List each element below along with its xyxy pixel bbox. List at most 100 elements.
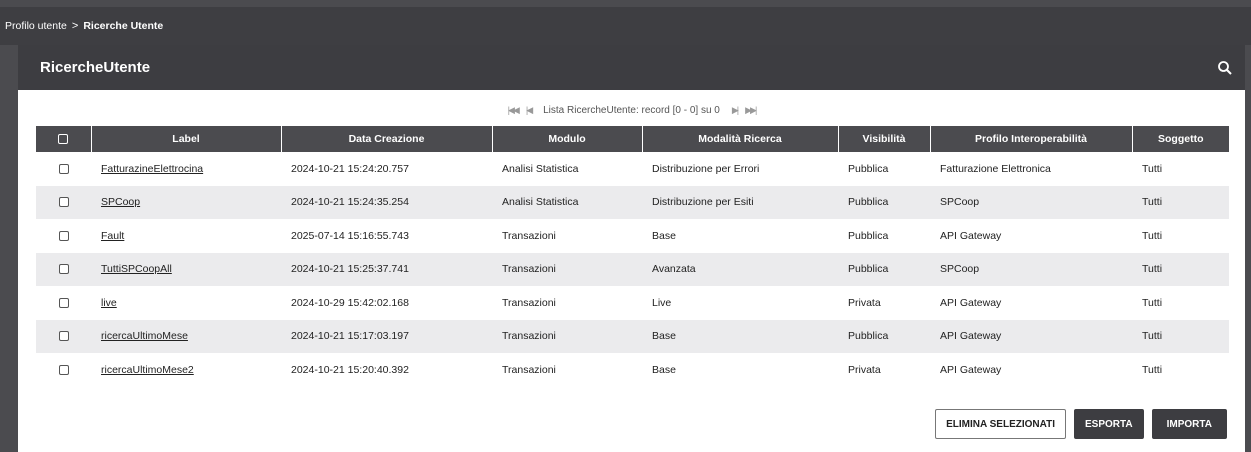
label-cell: FatturazineElettrocina bbox=[91, 152, 281, 186]
visibilita-cell: Privata bbox=[838, 353, 930, 387]
modalita-cell: Distribuzione per Errori bbox=[642, 152, 838, 186]
first-page-icon[interactable]: |◀◀ bbox=[508, 105, 520, 116]
pager-text: Lista RicercheUtente: record [0 - 0] su … bbox=[543, 104, 720, 116]
search-icon[interactable] bbox=[1217, 60, 1233, 76]
ricerca-link[interactable]: FatturazineElettrocina bbox=[101, 163, 203, 175]
ricerche-table: Label Data Creazione Modulo Modalità Ric… bbox=[36, 126, 1229, 387]
modalita-cell: Base bbox=[642, 219, 838, 253]
data-creazione-cell: 2024-10-21 15:24:35.254 bbox=[281, 185, 492, 219]
column-header-label[interactable]: Label bbox=[91, 126, 282, 152]
visibilita-cell: Pubblica bbox=[838, 185, 930, 219]
visibilita-cell: Privata bbox=[838, 286, 930, 320]
profilo-cell: Fatturazione Elettronica bbox=[930, 152, 1132, 186]
row-select-cell bbox=[36, 252, 91, 286]
label-cell: SPCoop bbox=[91, 185, 281, 219]
modalita-cell: Avanzata bbox=[642, 252, 838, 286]
row-select-cell bbox=[36, 152, 91, 186]
ricerca-link[interactable]: live bbox=[101, 297, 117, 309]
ricerca-link[interactable]: TuttiSPCoopAll bbox=[101, 263, 172, 275]
ricerca-link[interactable]: SPCoop bbox=[101, 196, 140, 208]
soggetto-cell: Tutti bbox=[1132, 152, 1229, 186]
modulo-cell: Transazioni bbox=[492, 286, 642, 320]
modalita-cell: Base bbox=[642, 319, 838, 353]
modulo-cell: Analisi Statistica bbox=[492, 185, 642, 219]
export-button[interactable]: ESPORTA bbox=[1074, 409, 1144, 439]
table-row: SPCoop 2024-10-21 15:24:35.254 Analisi S… bbox=[36, 185, 1229, 219]
visibilita-cell: Pubblica bbox=[838, 152, 930, 186]
modalita-cell: Live bbox=[642, 286, 838, 320]
column-header-profilo-interoperabilita[interactable]: Profilo Interoperabilità bbox=[930, 126, 1133, 152]
column-header-modalita-ricerca[interactable]: Modalità Ricerca bbox=[642, 126, 839, 152]
visibilita-cell: Pubblica bbox=[838, 252, 930, 286]
modulo-cell: Analisi Statistica bbox=[492, 152, 642, 186]
ricerca-link[interactable]: ricercaUltimoMese2 bbox=[101, 364, 194, 376]
page-title: RicercheUtente bbox=[40, 59, 151, 76]
table-row: live 2024-10-29 15:42:02.168 Transazioni… bbox=[36, 286, 1229, 320]
soggetto-cell: Tutti bbox=[1132, 319, 1229, 353]
main-panel: RicercheUtente |◀◀ |◀ Lista RicercheUten… bbox=[18, 45, 1245, 452]
column-header-modulo[interactable]: Modulo bbox=[492, 126, 643, 152]
modalita-cell: Base bbox=[642, 353, 838, 387]
breadcrumb-separator: > bbox=[71, 20, 79, 32]
table-row: TuttiSPCoopAll 2024-10-21 15:25:37.741 T… bbox=[36, 252, 1229, 286]
label-cell: live bbox=[91, 286, 281, 320]
data-creazione-cell: 2024-10-21 15:25:37.741 bbox=[281, 252, 492, 286]
delete-selected-button[interactable]: ELIMINA SELEZIONATI bbox=[935, 409, 1067, 439]
soggetto-cell: Tutti bbox=[1132, 252, 1229, 286]
row-checkbox[interactable] bbox=[58, 230, 69, 241]
profilo-cell: SPCoop bbox=[930, 252, 1132, 286]
app-background: Profilo utente > Ricerche Utente Ricerch… bbox=[0, 0, 1251, 452]
data-creazione-cell: 2024-10-21 15:17:03.197 bbox=[281, 319, 492, 353]
column-header-data-creazione[interactable]: Data Creazione bbox=[281, 126, 493, 152]
row-checkbox[interactable] bbox=[58, 297, 69, 308]
soggetto-cell: Tutti bbox=[1132, 185, 1229, 219]
import-button[interactable]: IMPORTA bbox=[1151, 409, 1227, 439]
profilo-cell: API Gateway bbox=[930, 353, 1132, 387]
ricerca-link[interactable]: Fault bbox=[101, 230, 124, 242]
data-creazione-cell: 2024-10-21 15:20:40.392 bbox=[281, 353, 492, 387]
soggetto-cell: Tutti bbox=[1132, 353, 1229, 387]
last-page-icon[interactable]: ▶▶| bbox=[745, 105, 757, 116]
data-creazione-cell: 2024-10-21 15:24:20.757 bbox=[281, 152, 492, 186]
label-cell: Fault bbox=[91, 219, 281, 253]
row-select-cell bbox=[36, 185, 91, 219]
row-select-cell bbox=[36, 353, 91, 387]
column-header-visibilita[interactable]: Visibilità bbox=[838, 126, 931, 152]
next-page-icon[interactable]: ▶| bbox=[732, 105, 739, 116]
row-checkbox[interactable] bbox=[58, 264, 69, 275]
row-checkbox[interactable] bbox=[58, 331, 69, 342]
modulo-cell: Transazioni bbox=[492, 353, 642, 387]
profilo-cell: API Gateway bbox=[930, 319, 1132, 353]
prev-page-icon[interactable]: |◀ bbox=[526, 105, 533, 116]
row-checkbox[interactable] bbox=[58, 163, 69, 174]
panel-header: RicercheUtente bbox=[18, 45, 1245, 90]
modulo-cell: Transazioni bbox=[492, 219, 642, 253]
ricerca-link[interactable]: ricercaUltimoMese bbox=[101, 330, 188, 342]
visibilita-cell: Pubblica bbox=[838, 319, 930, 353]
profilo-cell: SPCoop bbox=[930, 185, 1132, 219]
action-bar: ELIMINA SELEZIONATI ESPORTA IMPORTA bbox=[935, 409, 1227, 439]
table-header-row: Label Data Creazione Modulo Modalità Ric… bbox=[36, 126, 1229, 152]
row-checkbox[interactable] bbox=[58, 197, 69, 208]
profilo-cell: API Gateway bbox=[930, 219, 1132, 253]
soggetto-cell: Tutti bbox=[1132, 219, 1229, 253]
row-checkbox[interactable] bbox=[58, 364, 69, 375]
row-select-cell bbox=[36, 319, 91, 353]
label-cell: ricercaUltimoMese2 bbox=[91, 353, 281, 387]
data-creazione-cell: 2024-10-29 15:42:02.168 bbox=[281, 286, 492, 320]
label-cell: ricercaUltimoMese bbox=[91, 319, 281, 353]
breadcrumb-parent[interactable]: Profilo utente bbox=[5, 20, 67, 32]
pager: |◀◀ |◀ Lista RicercheUtente: record [0 -… bbox=[18, 95, 1245, 125]
column-header-soggetto[interactable]: Soggetto bbox=[1132, 126, 1229, 152]
modulo-cell: Transazioni bbox=[492, 319, 642, 353]
modalita-cell: Distribuzione per Esiti bbox=[642, 185, 838, 219]
row-select-cell bbox=[36, 286, 91, 320]
table-row: Fault 2025-07-14 15:16:55.743 Transazion… bbox=[36, 219, 1229, 253]
data-creazione-cell: 2025-07-14 15:16:55.743 bbox=[281, 219, 492, 253]
modulo-cell: Transazioni bbox=[492, 252, 642, 286]
label-cell: TuttiSPCoopAll bbox=[91, 252, 281, 286]
visibilita-cell: Pubblica bbox=[838, 219, 930, 253]
row-select-cell bbox=[36, 219, 91, 253]
select-all-checkbox[interactable] bbox=[58, 134, 69, 145]
soggetto-cell: Tutti bbox=[1132, 286, 1229, 320]
